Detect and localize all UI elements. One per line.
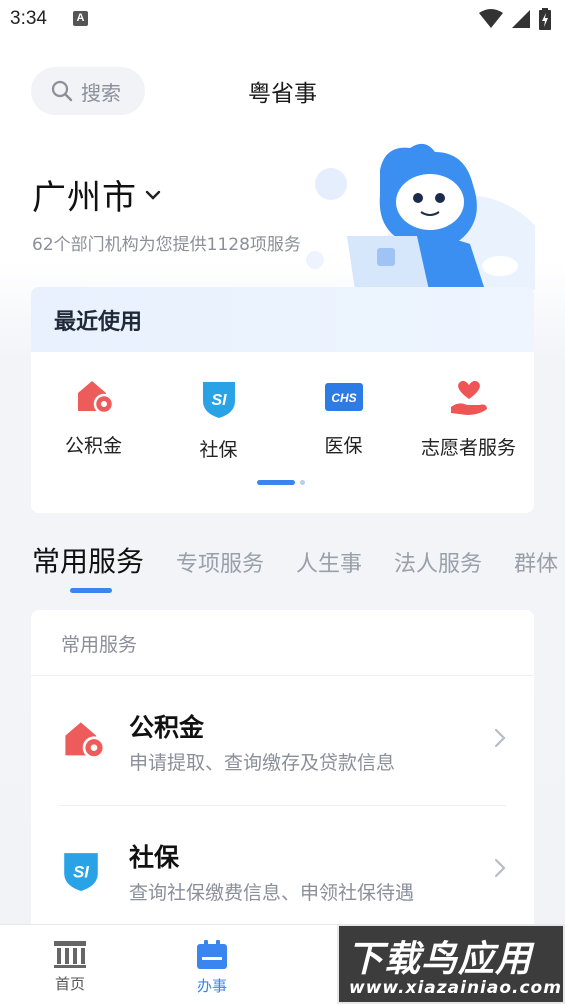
recent-item-label: 社保 [199,439,238,461]
carousel-indicator [257,480,305,485]
service-name: 公积金 [129,713,205,742]
services-card-title: 常用服务 [61,634,138,656]
calendar-icon [197,940,227,969]
medical-insurance-icon: CHS [324,383,363,411]
city-selector[interactable]: 广州市 [32,170,161,219]
svg-text:SI: SI [211,392,227,409]
wifi-icon [479,9,503,28]
recent-item-volunteer[interactable]: 志愿者服务 [406,379,531,462]
divider [59,805,506,806]
recent-item-label: 志愿者服务 [420,437,516,459]
mascot-illustration [306,143,535,290]
recent-item-social-security[interactable]: SI 社保 [156,379,281,462]
recent-item-housing-fund[interactable]: 公积金 [31,379,156,462]
page-title: 粤省事 [248,81,317,107]
service-description: 申请提取、查询缴存及贷款信息 [129,752,396,774]
watermark-url: www.xiazainiao.com [349,978,562,998]
status-bar: 3:34 A [0,0,565,40]
city-subtitle: 62个部门机构为您提供1128项服务 [32,235,301,255]
status-icons [479,8,551,30]
service-description: 查询社保缴费信息、申领社保待遇 [129,882,415,904]
status-time: 3:34 [10,8,47,29]
tab-common-services[interactable]: 常用服务 [32,540,144,580]
recent-item-label: 公积金 [64,435,122,457]
recent-header: 最近使用 [31,287,534,352]
city-name: 广州市 [32,178,137,218]
tab-groups[interactable]: 群体 [514,546,558,578]
social-security-icon: SI [202,382,235,418]
recent-grid: 公积金 SI 社保 CHS 医保 志愿者服务 [31,379,534,462]
divider [31,675,534,676]
notification-icon: A [73,11,88,26]
chevron-right-icon [494,728,506,748]
svg-text:SI: SI [73,862,89,881]
tab-corporate-services[interactable]: 法人服务 [394,546,482,578]
battery-icon [539,8,551,30]
social-security-icon: SI [64,853,98,891]
nav-home[interactable]: 首页 [30,939,110,994]
carousel-dot-active [257,480,295,485]
carousel-dot [300,480,305,485]
housing-fund-icon [77,381,114,415]
nav-services[interactable]: 办事 [172,939,252,996]
housing-fund-icon [65,722,105,759]
watermark-logo: 下载鸟应用 www.xiazainiao.com [337,924,565,1004]
service-name: 社保 [129,843,180,872]
cell-signal-icon [512,10,530,28]
chevron-right-icon [494,858,506,878]
svg-text:CHS: CHS [331,391,356,405]
service-tabs: 常用服务 专项服务 人生事 法人服务 群体 [32,540,565,580]
recent-item-label: 医保 [324,435,363,457]
recent-item-medical-insurance[interactable]: CHS 医保 [281,379,406,462]
active-tab-indicator [70,588,112,593]
tab-special-services[interactable]: 专项服务 [176,546,264,578]
nav-label: 办事 [196,977,227,995]
nav-label: 首页 [54,975,85,993]
watermark-title: 下载鸟应用 [347,939,533,980]
chevron-down-icon [145,190,161,200]
service-row-housing-fund[interactable]: 公积金 申请提取、查询缴存及贷款信息 [31,680,534,800]
home-icon [54,941,86,968]
service-row-social-security[interactable]: SI 社保 查询社保缴费信息、申领社保待遇 [31,810,534,930]
recent-card: 最近使用 公积金 SI 社保 CHS 医保 志愿者服务 [31,287,534,513]
volunteer-icon [450,380,487,415]
services-card: 常用服务 公积金 申请提取、查询缴存及贷款信息 SI 社保 查询社保缴费信息、申… [31,610,534,940]
recent-title: 最近使用 [54,309,143,335]
tab-life-events[interactable]: 人生事 [296,546,362,578]
